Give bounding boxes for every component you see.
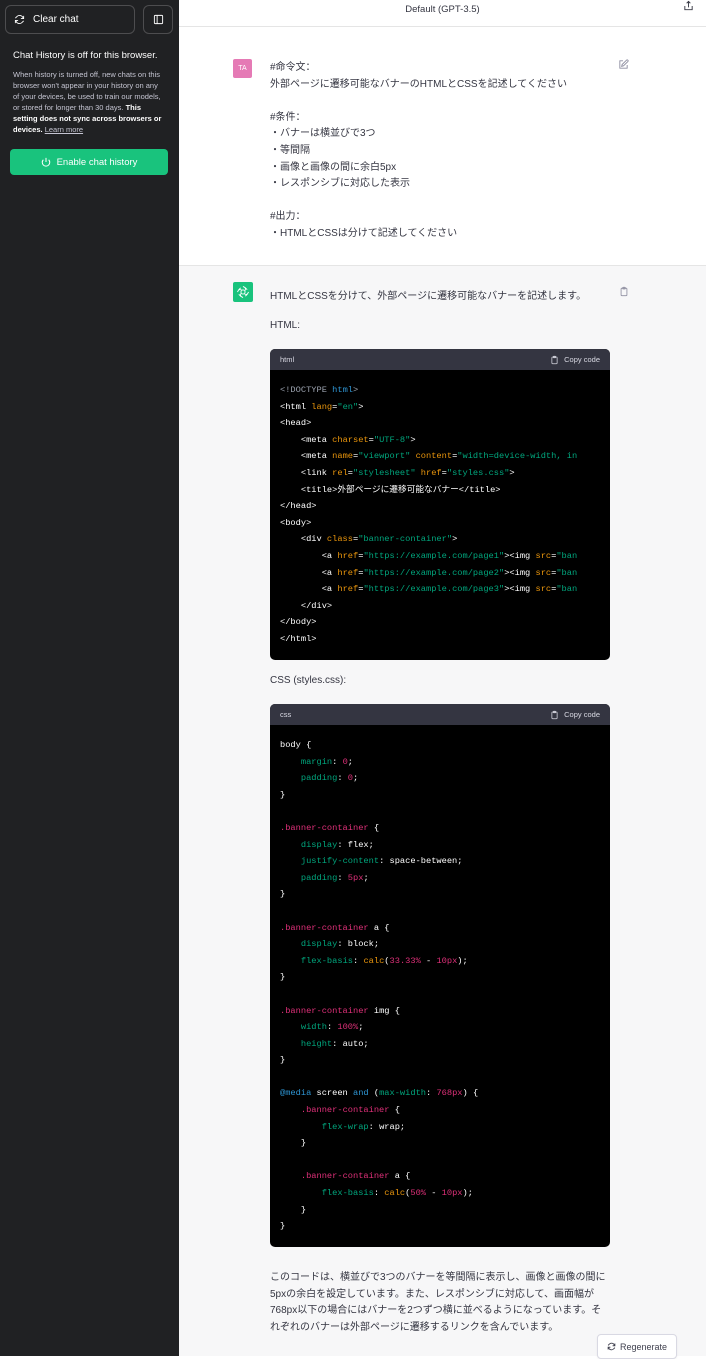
user-avatar: TA xyxy=(233,59,252,78)
model-title: Default (GPT-3.5) xyxy=(405,4,480,15)
history-off-description: When history is turned off, new chats on… xyxy=(13,69,165,135)
html-label: HTML: xyxy=(270,320,300,331)
regenerate-button[interactable]: Regenerate xyxy=(597,1334,677,1359)
code-language: css xyxy=(280,710,292,719)
clear-chat-button[interactable]: Clear chat xyxy=(5,5,135,34)
css-code-block: css Copy code body { margin: 0; padding:… xyxy=(270,704,610,1247)
sidebar-toggle-icon xyxy=(153,14,163,25)
user-message-text: #命令文： 外部ページに遷移可能なバナーのHTMLとCSSを記述してください #… xyxy=(270,62,567,239)
copy-code-label: Copy code xyxy=(564,710,600,719)
assistant-summary: このコードは、横並びで3つのバナーを等間隔に表示し、画像と画像の間に5pxの余白… xyxy=(270,1272,606,1333)
code-header: html Copy code xyxy=(270,349,610,370)
sidebar-toggle-button[interactable] xyxy=(143,5,173,34)
power-icon xyxy=(41,157,50,167)
clipboard-icon xyxy=(551,355,558,364)
enable-chat-history-button[interactable]: Enable chat history xyxy=(10,149,168,175)
user-message: TA #命令文： 外部ページに遷移可能なバナーのHTMLとCSSを記述してくださ… xyxy=(179,27,706,266)
html-code: <!DOCTYPE html> <html lang="en"> <head> … xyxy=(280,385,578,644)
css-label: CSS (styles.css): xyxy=(270,675,347,686)
refresh-icon xyxy=(14,15,25,24)
copy-code-button[interactable]: Copy code xyxy=(550,710,600,720)
css-code: body { margin: 0; padding: 0; } .banner-… xyxy=(280,740,479,1232)
clipboard-icon[interactable] xyxy=(619,286,629,297)
top-bar: Default (GPT-3.5) xyxy=(179,0,706,27)
refresh-icon xyxy=(607,1342,616,1351)
enable-chat-history-label: Enable chat history xyxy=(56,156,138,168)
share-icon[interactable] xyxy=(683,0,694,12)
sidebar: Clear chat Chat History is off for this … xyxy=(0,0,179,1356)
code-header: css Copy code xyxy=(270,704,610,725)
html-code-block: html Copy code <!DOCTYPE html> <html lan… xyxy=(270,349,610,660)
history-off-title: Chat History is off for this browser. xyxy=(13,50,158,61)
clipboard-icon xyxy=(551,710,558,719)
copy-code-button[interactable]: Copy code xyxy=(550,355,600,365)
assistant-message: HTMLとCSSを分けて、外部ページに遷移可能なバナーを記述します。 HTML:… xyxy=(179,266,706,1359)
openai-logo-icon xyxy=(237,286,249,298)
edit-icon[interactable] xyxy=(618,59,629,70)
assistant-avatar xyxy=(233,282,253,302)
code-language: html xyxy=(280,355,295,364)
learn-more-link[interactable]: Learn more xyxy=(45,125,83,134)
assistant-intro: HTMLとCSSを分けて、外部ページに遷移可能なバナーを記述します。 xyxy=(270,291,587,302)
regenerate-label: Regenerate xyxy=(619,1341,668,1352)
copy-code-label: Copy code xyxy=(564,355,600,364)
clear-chat-label: Clear chat xyxy=(33,14,79,25)
